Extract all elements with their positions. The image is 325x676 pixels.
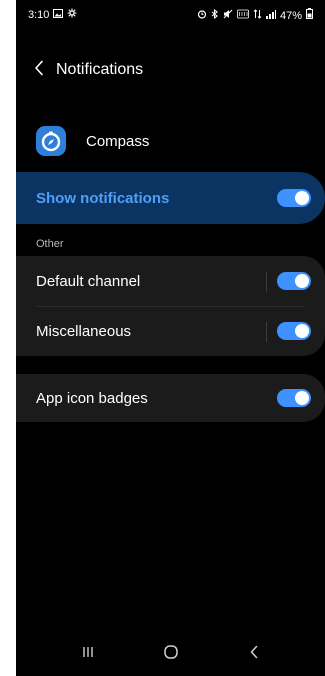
section-header-other: Other bbox=[36, 238, 64, 250]
mute-icon bbox=[223, 9, 233, 23]
home-button[interactable] bbox=[151, 638, 191, 670]
app-icon-badges-toggle[interactable] bbox=[277, 389, 311, 407]
volte-icon bbox=[237, 9, 249, 23]
gallery-icon bbox=[53, 8, 64, 22]
battery-icon bbox=[306, 8, 313, 23]
recents-icon bbox=[81, 645, 95, 664]
header: Notifications bbox=[16, 54, 325, 86]
channel-label: Miscellaneous bbox=[36, 322, 132, 340]
vertical-divider bbox=[266, 272, 267, 292]
nav-back-button[interactable] bbox=[234, 638, 274, 670]
show-notifications-row[interactable]: Show notifications bbox=[16, 172, 325, 224]
home-icon bbox=[163, 644, 179, 665]
channel-row-default[interactable]: Default channel bbox=[16, 256, 325, 306]
app-name: Compass bbox=[86, 132, 150, 150]
data-arrows-icon bbox=[253, 8, 262, 23]
recents-button[interactable] bbox=[68, 638, 108, 670]
vertical-divider bbox=[266, 322, 267, 342]
channels-card: Default channel Miscellaneous bbox=[16, 256, 325, 356]
show-notifications-toggle[interactable] bbox=[277, 189, 311, 207]
back-button[interactable] bbox=[22, 54, 56, 86]
navigation-bar bbox=[16, 632, 325, 676]
status-left: 3:10 bbox=[28, 8, 77, 22]
status-right: 47% bbox=[197, 8, 313, 23]
status-time: 3:10 bbox=[28, 9, 50, 21]
toggle-knob bbox=[295, 391, 309, 405]
app-icon-badges-row[interactable]: App icon badges bbox=[16, 374, 325, 422]
alarm-icon bbox=[197, 9, 207, 23]
toggle-knob bbox=[295, 324, 309, 338]
show-notifications-label: Show notifications bbox=[36, 189, 170, 207]
back-icon bbox=[249, 645, 259, 664]
toggle-knob bbox=[295, 191, 309, 205]
page-title: Notifications bbox=[56, 61, 144, 78]
toggle-knob bbox=[295, 274, 309, 288]
app-icon-badges-label: App icon badges bbox=[36, 389, 148, 407]
settings-gear-icon bbox=[67, 8, 77, 22]
channel-label: Default channel bbox=[36, 272, 141, 290]
default-channel-toggle[interactable] bbox=[277, 272, 311, 290]
status-bar: 3:10 47% bbox=[16, 0, 325, 28]
channel-row-miscellaneous[interactable]: Miscellaneous bbox=[16, 306, 325, 356]
miscellaneous-toggle[interactable] bbox=[277, 322, 311, 340]
battery-percent: 47% bbox=[279, 9, 302, 22]
chevron-left-icon bbox=[34, 60, 44, 81]
bluetooth-icon bbox=[211, 8, 219, 23]
phone-screen: 3:10 47% Notifications Compass Show noti… bbox=[16, 0, 325, 676]
badges-card: App icon badges bbox=[16, 374, 325, 422]
compass-icon bbox=[36, 126, 66, 156]
signal-icon bbox=[265, 9, 276, 23]
app-info: Compass bbox=[36, 126, 149, 156]
